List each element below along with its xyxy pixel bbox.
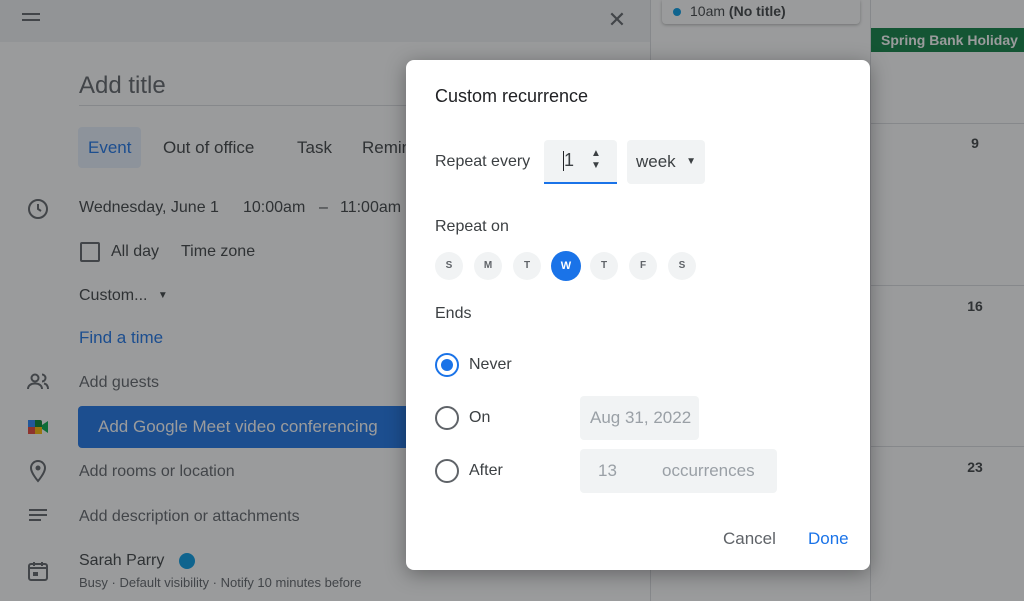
- day-toggle-tuesday[interactable]: T: [513, 252, 541, 280]
- ends-after-radio[interactable]: [435, 459, 459, 483]
- occurrences-unit: occurrences: [662, 461, 755, 480]
- repeat-unit-value: week: [636, 152, 676, 171]
- ends-label: Ends: [435, 305, 472, 322]
- occurrences-count: 13: [598, 461, 617, 480]
- dialog-title: Custom recurrence: [435, 86, 589, 106]
- day-toggle-friday[interactable]: F: [629, 252, 657, 280]
- ends-after-label[interactable]: After: [469, 462, 503, 480]
- repeat-on-label: Repeat on: [435, 218, 509, 235]
- custom-recurrence-dialog: Custom recurrence Repeat every 1 ▲ ▼ week…: [406, 60, 870, 570]
- repeat-every-label: Repeat every: [435, 153, 531, 170]
- day-toggle-thursday[interactable]: T: [590, 252, 618, 280]
- stepper-arrows-icon[interactable]: ▲ ▼: [590, 148, 602, 172]
- end-date-input[interactable]: Aug 31, 2022: [580, 396, 699, 440]
- ends-on-radio[interactable]: [435, 406, 459, 430]
- repeat-unit-select[interactable]: week ▼: [627, 140, 705, 184]
- ends-never-label[interactable]: Never: [469, 356, 512, 374]
- day-toggle-sunday[interactable]: S: [435, 252, 463, 280]
- occurrences-input[interactable]: 13 occurrences: [580, 449, 777, 493]
- ends-on-label[interactable]: On: [469, 409, 490, 427]
- day-toggle-saturday[interactable]: S: [668, 252, 696, 280]
- done-button[interactable]: Done: [808, 527, 849, 551]
- day-toggle-wednesday[interactable]: W: [551, 251, 581, 281]
- repeat-every-value: 1: [564, 150, 575, 170]
- ends-never-radio[interactable]: [435, 353, 459, 377]
- day-toggle-monday[interactable]: M: [474, 252, 502, 280]
- cancel-button[interactable]: Cancel: [723, 527, 776, 551]
- repeat-every-input[interactable]: 1 ▲ ▼: [544, 140, 617, 184]
- chevron-down-icon: ▼: [686, 156, 696, 167]
